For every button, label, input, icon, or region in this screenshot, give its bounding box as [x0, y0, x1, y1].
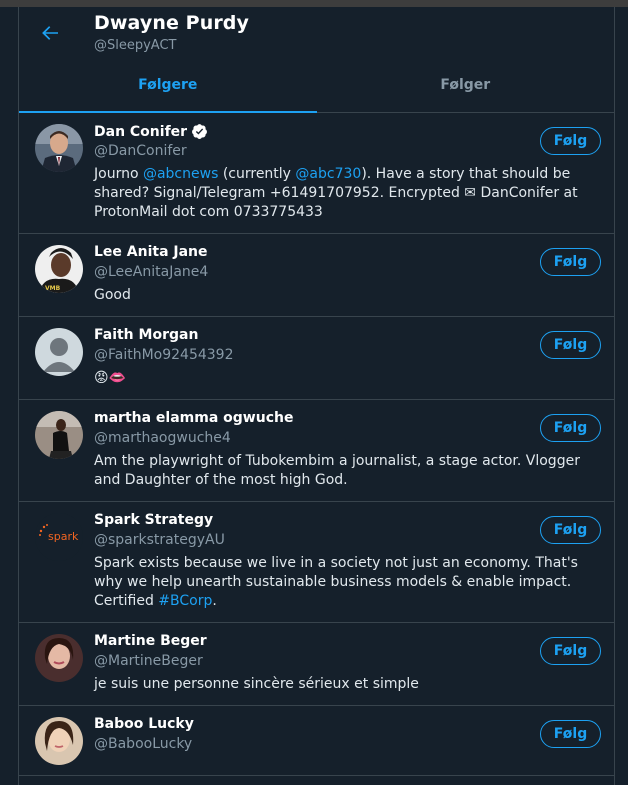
profile-name: Dwayne Purdy: [94, 12, 249, 34]
verified-badge-icon: [192, 124, 207, 139]
user-handle: @MartineBeger: [94, 653, 203, 669]
user-name-line: Baboo Lucky: [94, 716, 194, 732]
user-bio: Journo @abcnews (currently @abc730). Hav…: [94, 165, 599, 222]
user-handle: @marthaogwuche4: [94, 430, 231, 446]
follow-button[interactable]: Følg: [540, 127, 601, 155]
user-name[interactable]: martha elamma ogwuche: [94, 410, 293, 426]
user-name[interactable]: Baboo Lucky: [94, 716, 194, 732]
user-row[interactable]: martha elamma ogwuche @marthaogwuche4 Am…: [19, 400, 614, 502]
avatar[interactable]: [35, 634, 83, 682]
user-name[interactable]: Martine Beger: [94, 633, 207, 649]
user-name-line: Faith Morgan: [94, 327, 198, 343]
follow-button[interactable]: Følg: [540, 516, 601, 544]
follow-button[interactable]: Følg: [540, 248, 601, 276]
bio-text: .: [212, 593, 217, 609]
user-bio: Good: [94, 287, 131, 303]
user-handle: @DanConifer: [94, 143, 187, 159]
avatar[interactable]: [35, 411, 83, 459]
hashtag-link[interactable]: #BCorp: [158, 593, 212, 609]
user-bio: Spark exists because we live in a societ…: [94, 554, 599, 611]
back-arrow-icon[interactable]: [38, 21, 62, 45]
user-handle: @FaithMo92454392: [94, 347, 234, 363]
avatar[interactable]: [35, 124, 83, 172]
bio-text: Journo: [94, 166, 143, 182]
avatar[interactable]: VMB: [35, 245, 83, 293]
user-list: Dan Conifer @DanConifer Journo @abcnews …: [19, 113, 614, 776]
user-row[interactable]: Martine Beger @MartineBeger je suis une …: [19, 623, 614, 706]
user-handle: @LeeAnitaJane4: [94, 264, 209, 280]
user-name-line: Martine Beger: [94, 633, 207, 649]
window-top-bar: [0, 0, 628, 7]
user-handle: @sparkstrategyAU: [94, 532, 225, 548]
user-row[interactable]: Baboo Lucky @BabooLucky Følg: [19, 706, 614, 776]
user-row[interactable]: Dan Conifer @DanConifer Journo @abcnews …: [19, 113, 614, 234]
follow-button[interactable]: Følg: [540, 331, 601, 359]
avatar[interactable]: [35, 328, 83, 376]
user-name[interactable]: Lee Anita Jane: [94, 244, 208, 260]
tab-following[interactable]: Følger: [317, 63, 615, 112]
user-bio: 😡👄: [94, 370, 127, 386]
tab-followers[interactable]: Følgere: [19, 63, 317, 112]
user-row[interactable]: spark Spark Strategy @sparkstrategyAU Sp…: [19, 502, 614, 623]
bio-text: (currently: [218, 166, 296, 182]
mention-link[interactable]: @abcnews: [143, 166, 218, 182]
user-name-line: Lee Anita Jane: [94, 244, 208, 260]
profile-handle: @SleepyACT: [94, 38, 177, 53]
user-bio: Am the playwright of Tubokembim a journa…: [94, 453, 580, 488]
svg-text:VMB: VMB: [45, 285, 61, 292]
follow-button[interactable]: Følg: [540, 720, 601, 748]
follow-button[interactable]: Følg: [540, 637, 601, 665]
user-name-line: Dan Conifer: [94, 123, 208, 140]
user-name-line: martha elamma ogwuche: [94, 410, 293, 426]
user-name[interactable]: Spark Strategy: [94, 512, 213, 528]
profile-header: Dwayne Purdy @SleepyACT: [19, 7, 614, 63]
avatar[interactable]: spark: [35, 513, 83, 561]
follow-button[interactable]: Følg: [540, 414, 601, 442]
user-name[interactable]: Dan Conifer: [94, 124, 187, 140]
user-bio: je suis une personne sincère sérieux et …: [94, 676, 419, 692]
user-handle: @BabooLucky: [94, 736, 193, 752]
avatar[interactable]: [35, 717, 83, 765]
spark-logo-text: spark: [48, 530, 79, 543]
user-name[interactable]: Faith Morgan: [94, 327, 198, 343]
tab-bar: Følgere Følger: [19, 63, 614, 113]
user-row[interactable]: VMB Lee Anita Jane @LeeAnitaJane4 Good F…: [19, 234, 614, 317]
user-name-line: Spark Strategy: [94, 512, 213, 528]
user-row[interactable]: Faith Morgan @FaithMo92454392 😡👄 Følg: [19, 317, 614, 400]
followers-column: Dwayne Purdy @SleepyACT Følgere Følger D…: [18, 7, 615, 785]
mention-link[interactable]: @abc730: [295, 166, 361, 182]
